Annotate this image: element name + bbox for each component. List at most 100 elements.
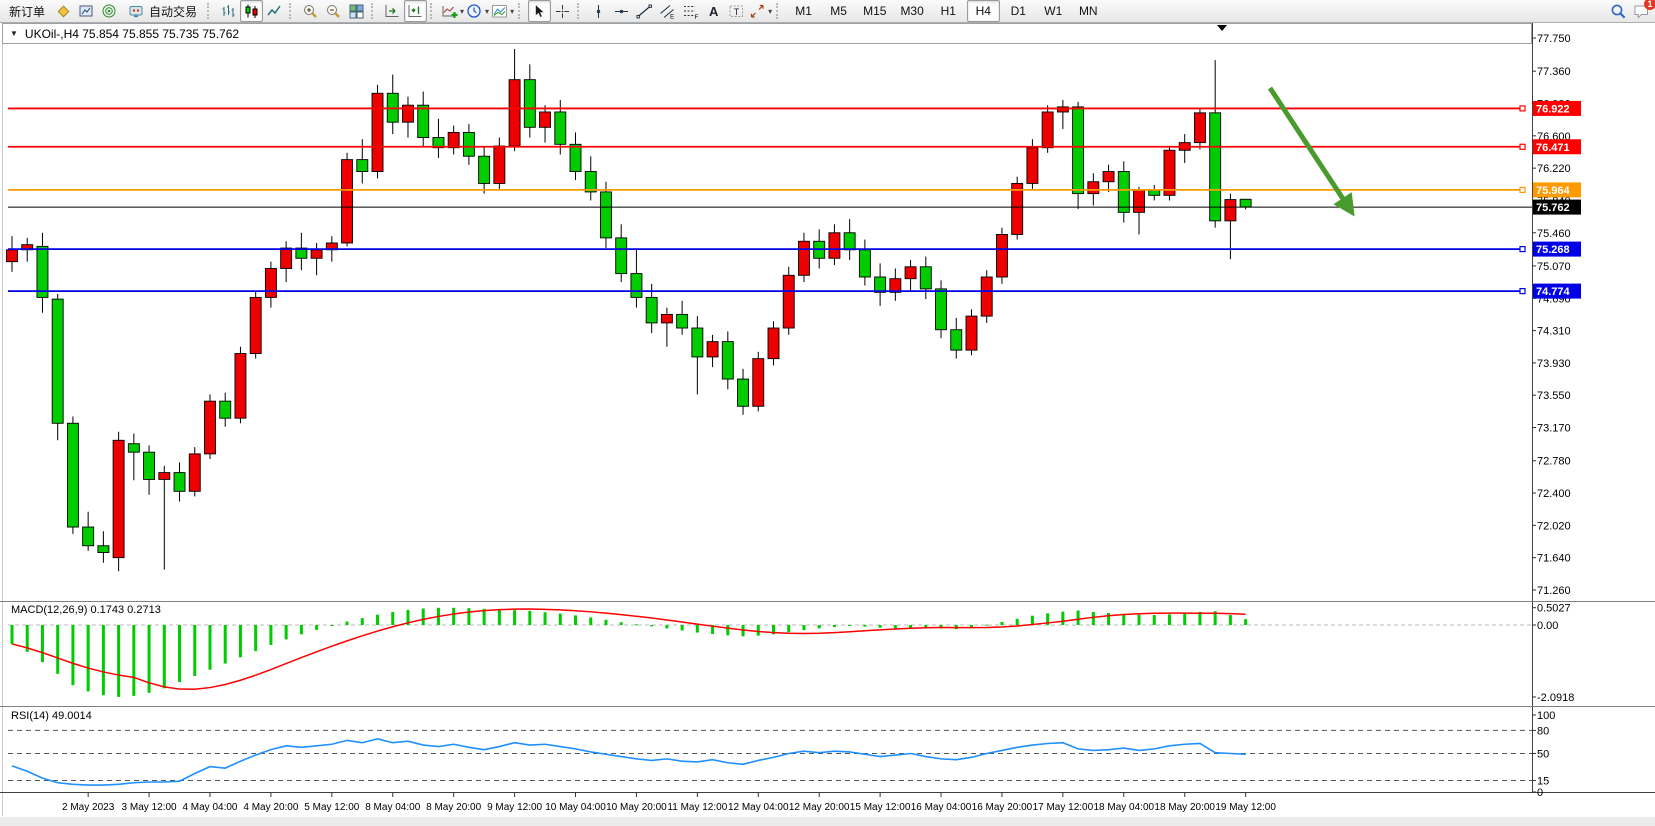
- time-tick-label: 18 May 20:00: [1154, 802, 1215, 813]
- chart-shift-button[interactable]: [404, 0, 427, 22]
- new-order-button[interactable]: 新订单: [2, 0, 52, 22]
- support-line-2[interactable]: [8, 289, 1525, 294]
- toolbar-group-separator: [776, 3, 782, 19]
- auto-scroll-button[interactable]: [381, 0, 404, 22]
- resistance-line-2[interactable]: [8, 144, 1525, 149]
- time-tick-label: 18 May 04:00: [1093, 802, 1154, 813]
- macd-pane: 0.50270.00-2.0918: [8, 603, 1574, 704]
- fibonacci-button[interactable]: F: [679, 0, 702, 22]
- pivot-line-orange[interactable]: [8, 187, 1525, 192]
- timeframe-m15-label: M15: [863, 4, 886, 18]
- timeframe-m30[interactable]: M30: [894, 0, 929, 22]
- price-tick-label: 72.400: [1537, 488, 1571, 500]
- tile-windows-button[interactable]: [345, 0, 368, 22]
- time-tick-label: 12 May 04:00: [728, 802, 789, 813]
- timeframe-h4[interactable]: H4: [967, 0, 1000, 22]
- sell-direction-arrow[interactable]: [1270, 88, 1351, 211]
- clock-icon: [466, 3, 483, 20]
- profiles-icon-button[interactable]: [52, 0, 75, 22]
- equidistant-channel-button[interactable]: E: [656, 0, 679, 22]
- time-tick-label: 8 May 20:00: [426, 802, 481, 813]
- one-click-trading-toggle[interactable]: ▼: [10, 29, 18, 38]
- timeframe-d1[interactable]: D1: [1002, 0, 1035, 22]
- arrows-button[interactable]: ▾: [748, 0, 773, 22]
- support-line-1[interactable]: [8, 247, 1525, 252]
- notifications-button[interactable]: 1: [1630, 0, 1653, 22]
- svg-text:75.964: 75.964: [1536, 185, 1571, 197]
- timeframe-h4-label: H4: [976, 4, 991, 18]
- timeframe-m30-label: M30: [900, 4, 923, 18]
- periods-button[interactable]: ▾: [465, 0, 490, 22]
- linechart-icon: [266, 3, 283, 20]
- timeframe-m1[interactable]: M1: [787, 0, 820, 22]
- chartswin-icon: [78, 3, 95, 20]
- price-badge: 74.774: [1533, 284, 1581, 299]
- timeframe-mn-label: MN: [1079, 4, 1098, 18]
- timeframe-m15[interactable]: M15: [857, 0, 892, 22]
- macd-tick-label: -2.0918: [1537, 692, 1574, 704]
- zoom-out-button[interactable]: [322, 0, 345, 22]
- arrows-icon: [749, 3, 766, 20]
- rsi-tick-label: 50: [1537, 749, 1549, 761]
- text-button[interactable]: A: [702, 0, 725, 22]
- timeframe-mn[interactable]: MN: [1072, 0, 1105, 22]
- zoomout-icon: [325, 3, 342, 20]
- time-tick-label: 2 May 2023: [62, 802, 115, 813]
- time-tick-label: 17 May 12:00: [1033, 802, 1094, 813]
- price-badge: 76.471: [1533, 139, 1581, 154]
- toolbar-group-separator: [577, 3, 583, 19]
- rsi-tick-label: 100: [1537, 710, 1555, 722]
- trendline-button[interactable]: [633, 0, 656, 22]
- candlestick-chart-button[interactable]: [240, 0, 263, 22]
- templates-button[interactable]: ▾: [490, 0, 515, 22]
- chevron-down-icon[interactable]: ▾: [485, 7, 489, 16]
- zoom-in-button[interactable]: [299, 0, 322, 22]
- rsi-line: [12, 739, 1246, 785]
- toolbar-group-separator: [289, 3, 295, 19]
- chevron-down-icon[interactable]: ▾: [510, 7, 514, 16]
- bar-chart-button[interactable]: [217, 0, 240, 22]
- resistance-line-1[interactable]: [8, 106, 1525, 111]
- price-badge: 76.922: [1533, 101, 1581, 116]
- new-order-button-label: 新订单: [9, 3, 45, 20]
- timeframe-m5[interactable]: M5: [822, 0, 855, 22]
- crosshair-button[interactable]: [551, 0, 574, 22]
- line-chart-button[interactable]: [263, 0, 286, 22]
- crosshair-icon: [554, 3, 571, 20]
- chart-header: ▼ UKOil-,H4 75.854 75.855 75.735 75.762: [2, 23, 1532, 44]
- chart-window: 77.75077.36076.98076.60076.22075.84075.4…: [0, 22, 1655, 826]
- time-tick-label: 19 May 12:00: [1215, 802, 1276, 813]
- signals-button[interactable]: [98, 0, 121, 22]
- charts-window-button[interactable]: [75, 0, 98, 22]
- signal-icon: [101, 3, 118, 20]
- timeframe-h1[interactable]: H1: [932, 0, 965, 22]
- indicators-button[interactable]: ▾: [440, 0, 465, 22]
- rsi-pane: 1008050150: [8, 710, 1555, 799]
- auto-trading-button[interactable]: 自动交易: [121, 0, 204, 22]
- horizontal-line-button[interactable]: [610, 0, 633, 22]
- chart-shift-marker-icon: [1217, 25, 1227, 31]
- time-tick-label: 16 May 04:00: [911, 802, 972, 813]
- timeframe-w1[interactable]: W1: [1037, 0, 1070, 22]
- zoomin-icon: [302, 3, 319, 20]
- chevron-down-icon[interactable]: ▾: [768, 7, 772, 16]
- macd-tick-label: 0.00: [1537, 620, 1558, 632]
- chart-canvas[interactable]: 77.75077.36076.98076.60076.22075.84075.4…: [0, 22, 1655, 826]
- cursor-icon: [531, 3, 548, 20]
- chevron-down-icon[interactable]: ▾: [460, 7, 464, 16]
- text-label-button[interactable]: T: [725, 0, 748, 22]
- search-icon: [1610, 3, 1627, 20]
- vertical-line-button[interactable]: [587, 0, 610, 22]
- textt-icon: T: [728, 3, 745, 20]
- addind-icon: [441, 3, 458, 20]
- timeframe-m5-label: M5: [830, 4, 847, 18]
- fibo-icon: F: [682, 3, 699, 20]
- profile-icon: [55, 3, 72, 20]
- search-button[interactable]: [1607, 0, 1630, 22]
- texta-icon: A: [705, 3, 722, 20]
- price-axis: 77.75077.36076.98076.60076.22075.84075.4…: [1532, 33, 1571, 597]
- price-badge: 75.964: [1533, 182, 1581, 197]
- time-tick-label: 10 May 20:00: [606, 802, 667, 813]
- macd-signal-line: [12, 609, 1246, 689]
- cursor-button[interactable]: [528, 0, 551, 22]
